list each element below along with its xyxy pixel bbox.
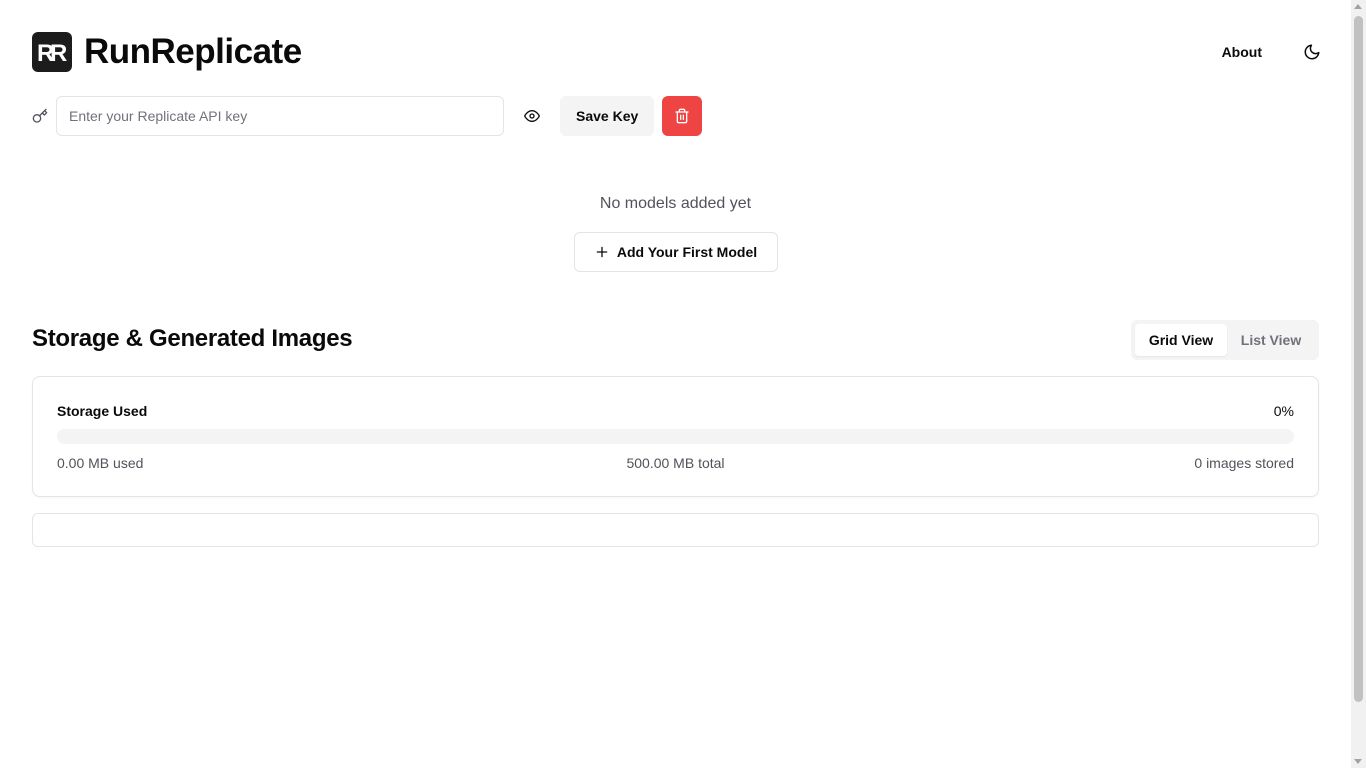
scroll-up-icon[interactable] [1354, 4, 1362, 9]
app-page: R R RunReplicate About Save Key No model… [0, 0, 1351, 768]
theme-toggle-button[interactable] [1292, 32, 1332, 72]
add-first-model-label: Add Your First Model [616, 244, 758, 260]
add-first-model-button[interactable]: Add Your First Model [574, 232, 778, 272]
storage-section-title: Storage & Generated Images [32, 325, 353, 352]
storage-card: Storage Used 0% 0.00 MB used 500.00 MB t… [32, 376, 1319, 497]
models-empty-state: No models added yet Add Your First Model [0, 192, 1351, 272]
api-key-input[interactable] [56, 96, 504, 136]
tab-list-view[interactable]: List View [1227, 324, 1315, 356]
storage-used-label: Storage Used [57, 403, 148, 419]
generated-images-panel [32, 513, 1319, 547]
header-actions: About [1210, 32, 1320, 72]
save-key-button[interactable]: Save Key [560, 96, 655, 136]
rr-logo-icon[interactable]: R R [32, 32, 72, 72]
plus-icon [595, 245, 609, 259]
scroll-down-icon[interactable] [1354, 759, 1362, 764]
eye-icon [524, 110, 540, 122]
about-link[interactable]: About [1210, 36, 1274, 68]
trash-icon [675, 108, 689, 124]
page-scrollbar[interactable] [1351, 0, 1366, 768]
delete-key-button[interactable] [662, 96, 703, 136]
storage-total-text: 500.00 MB total [626, 455, 725, 471]
no-models-text: No models added yet [599, 195, 752, 212]
app-title: RunReplicate [84, 32, 302, 71]
toggle-visibility-button[interactable] [512, 96, 552, 136]
scrollbar-thumb[interactable] [1354, 16, 1363, 702]
api-key-row: Save Key [32, 96, 703, 136]
tab-grid-view[interactable]: Grid View [1135, 324, 1227, 356]
key-icon [32, 108, 48, 124]
images-count-text: 0 images stored [1194, 455, 1294, 471]
storage-percent: 0% [1273, 403, 1294, 419]
storage-progress-bar [57, 429, 1294, 444]
svg-text:R: R [50, 40, 67, 67]
view-toggle: Grid View List View [1131, 320, 1319, 360]
header: R R RunReplicate About [32, 32, 1320, 72]
moon-icon [1304, 44, 1320, 60]
